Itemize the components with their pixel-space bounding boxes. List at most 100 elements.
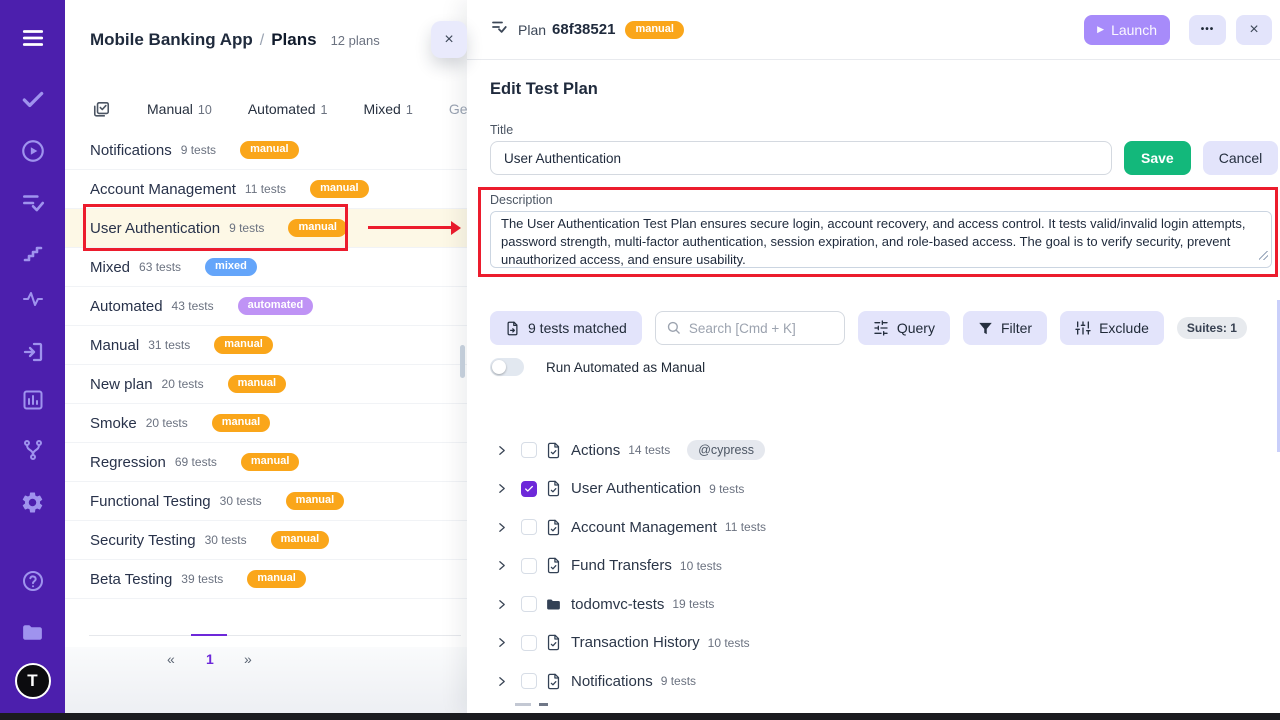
- exclude-button[interactable]: Exclude: [1060, 311, 1164, 345]
- pagination-active-indicator: [191, 634, 227, 636]
- cancel-button[interactable]: Cancel: [1203, 141, 1279, 175]
- plan-list-item[interactable]: Account Management 11 tests manual: [65, 170, 467, 209]
- plan-tests-count: 63 tests: [139, 260, 181, 274]
- pagination-page-1[interactable]: 1: [206, 651, 214, 667]
- launch-button[interactable]: ▶ Launch: [1084, 15, 1170, 45]
- file-export-icon: [505, 321, 520, 336]
- suite-checkbox[interactable]: [521, 481, 537, 497]
- suite-checkbox[interactable]: [521, 519, 537, 535]
- plans-panel: Mobile Banking App / Plans 12 plans Manu…: [65, 0, 467, 713]
- plan-list-item[interactable]: Beta Testing 39 tests manual: [65, 560, 467, 599]
- menu-icon[interactable]: [0, 23, 65, 53]
- pagination-prev[interactable]: «: [167, 651, 175, 667]
- description-textarea[interactable]: The User Authentication Test Plan ensure…: [490, 211, 1272, 268]
- chevron-right-icon[interactable]: [495, 444, 508, 457]
- suite-row[interactable]: Account Management 11 tests: [490, 508, 1280, 547]
- suite-row-partial: [515, 703, 548, 706]
- chevron-right-icon[interactable]: [495, 559, 508, 572]
- plans-scrollbar-thumb[interactable]: [460, 345, 465, 378]
- plans-list-check-icon[interactable]: [0, 188, 65, 218]
- suite-checkbox[interactable]: [521, 635, 537, 651]
- help-icon[interactable]: [0, 566, 65, 596]
- chevron-right-icon[interactable]: [495, 521, 508, 534]
- page-title: Edit Test Plan: [490, 60, 1280, 99]
- suite-row[interactable]: User Authentication 9 tests: [490, 470, 1280, 509]
- plan-list-item[interactable]: Security Testing 30 tests manual: [65, 521, 467, 560]
- suite-row[interactable]: Fund Transfers 10 tests: [490, 547, 1280, 586]
- suite-tests-count: 10 tests: [708, 636, 750, 650]
- tests-check-icon[interactable]: [0, 85, 65, 115]
- chevron-right-icon[interactable]: [495, 675, 508, 688]
- runs-play-icon[interactable]: [0, 136, 65, 166]
- suite-checkbox[interactable]: [521, 673, 537, 689]
- import-icon[interactable]: [0, 337, 65, 367]
- suite-checkbox[interactable]: [521, 596, 537, 612]
- search-input[interactable]: [655, 311, 845, 345]
- suite-row[interactable]: Transaction History 10 tests: [490, 624, 1280, 663]
- settings-gear-icon[interactable]: [0, 487, 65, 517]
- suite-name: Fund Transfers: [571, 557, 672, 574]
- plans-tabs: Manual 10 Automated 1 Mixed 1 Gener: [92, 94, 467, 124]
- plans-tab[interactable]: Manual 10: [147, 101, 212, 117]
- plans-tab[interactable]: Automated 1: [248, 101, 328, 117]
- chevron-right-icon[interactable]: [495, 598, 508, 611]
- sliders-vertical-icon: [1075, 320, 1091, 336]
- chevron-right-icon[interactable]: [495, 636, 508, 649]
- run-automated-toggle[interactable]: [490, 358, 524, 376]
- overlay-close-button[interactable]: ×: [431, 21, 467, 58]
- suite-row[interactable]: Notifications 9 tests: [490, 662, 1280, 701]
- plan-type-badge: manual: [288, 219, 347, 237]
- plan-list-item[interactable]: Automated 43 tests automated: [65, 287, 467, 326]
- plan-list-item[interactable]: New plan 20 tests manual: [65, 365, 467, 404]
- plan-list-item[interactable]: Mixed 63 tests mixed: [65, 248, 467, 287]
- suite-row[interactable]: todomvc-tests 19 tests: [490, 585, 1280, 624]
- title-input[interactable]: [490, 141, 1112, 175]
- plan-detail-panel: Plan 68f38521 manual ▶ Launch ••• × Edit…: [467, 0, 1280, 713]
- suite-name: Notifications: [571, 673, 653, 690]
- suite-checkbox[interactable]: [521, 442, 537, 458]
- bottom-bar: [0, 713, 1280, 720]
- description-field-label: Description: [490, 193, 1272, 207]
- plan-tests-count: 20 tests: [146, 416, 188, 430]
- select-all-icon[interactable]: [92, 100, 111, 119]
- chevron-right-icon[interactable]: [495, 482, 508, 495]
- branch-icon[interactable]: [0, 435, 65, 465]
- plan-type-badge: manual: [228, 375, 287, 393]
- plan-list-item[interactable]: Manual 31 tests manual: [65, 326, 467, 365]
- steps-icon[interactable]: [0, 237, 65, 267]
- suite-type-icon: [545, 634, 562, 651]
- plan-list-item[interactable]: Smoke 20 tests manual: [65, 404, 467, 443]
- plan-list-item[interactable]: User Authentication 9 tests manual: [65, 209, 467, 248]
- pulse-icon[interactable]: [0, 284, 65, 314]
- more-options-button[interactable]: •••: [1189, 15, 1226, 45]
- plan-list-item[interactable]: Regression 69 tests manual: [65, 443, 467, 482]
- ellipsis-icon: •••: [1201, 24, 1215, 35]
- plan-list-item[interactable]: Notifications 9 tests manual: [65, 131, 467, 170]
- plan-tests-count: 20 tests: [162, 377, 204, 391]
- filter-button[interactable]: Filter: [963, 311, 1047, 345]
- tests-matched-button[interactable]: 9 tests matched: [490, 311, 642, 345]
- projects-folder-icon[interactable]: [0, 617, 65, 647]
- query-button[interactable]: Query: [858, 311, 950, 345]
- suite-type-icon: [545, 519, 562, 536]
- app-sidebar: T: [0, 0, 65, 713]
- close-panel-button[interactable]: ×: [1236, 15, 1272, 45]
- sliders-horizontal-icon: [873, 320, 889, 336]
- suite-row[interactable]: Actions 14 tests @cypress: [490, 431, 1280, 470]
- plan-detail-header: Plan 68f38521 manual ▶ Launch ••• ×: [467, 0, 1280, 60]
- project-name[interactable]: Mobile Banking App: [90, 30, 253, 50]
- pagination-next[interactable]: »: [244, 651, 252, 667]
- app-logo[interactable]: T: [0, 666, 65, 696]
- plan-name: Beta Testing: [90, 571, 172, 588]
- suite-name: Actions: [571, 442, 620, 459]
- suite-checkbox[interactable]: [521, 558, 537, 574]
- save-button[interactable]: Save: [1124, 141, 1191, 175]
- plan-list-item[interactable]: Functional Testing 30 tests manual: [65, 482, 467, 521]
- plan-type-badge: manual: [240, 141, 299, 159]
- plans-count: 12 plans: [331, 33, 380, 48]
- reports-chart-icon[interactable]: [0, 385, 65, 415]
- plans-tab[interactable]: Mixed 1: [364, 101, 413, 117]
- check-icon: [524, 484, 534, 494]
- plan-tests-count: 39 tests: [181, 572, 223, 586]
- plans-tab[interactable]: Gener: [449, 101, 467, 117]
